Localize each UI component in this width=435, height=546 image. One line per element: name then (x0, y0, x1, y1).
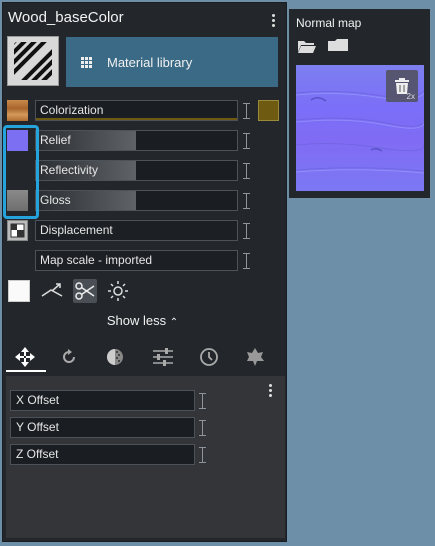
colorization-color-swatch[interactable] (258, 100, 279, 121)
text-cursor-icon[interactable] (199, 392, 207, 410)
material-thumbnail[interactable] (7, 36, 59, 86)
white-color-button[interactable] (7, 279, 31, 303)
gloss-row: Gloss (0, 190, 285, 212)
relief-row: Relief (0, 130, 285, 152)
transform-tabs (0, 341, 285, 373)
displacement-swatch[interactable] (7, 220, 28, 241)
gloss-slider[interactable]: Gloss (35, 190, 238, 211)
tools-row (7, 279, 139, 303)
relief-slider[interactable]: Relief (35, 130, 238, 151)
text-cursor-icon[interactable] (243, 222, 251, 240)
text-cursor-icon[interactable] (243, 162, 251, 180)
material-library-label: Material library (107, 54, 193, 70)
clock-icon[interactable] (192, 343, 226, 371)
map-scale-row: Map scale - imported (0, 250, 285, 272)
text-cursor-icon[interactable] (243, 102, 251, 120)
material-library-button[interactable]: Material library (66, 37, 278, 87)
text-cursor-icon[interactable] (243, 192, 251, 210)
normal-map-preview[interactable]: 2x (296, 65, 424, 191)
move-icon[interactable] (8, 343, 42, 371)
reflectivity-slider[interactable]: Reflectivity (35, 160, 238, 181)
show-less-button[interactable]: Show less ⌃ (0, 313, 285, 328)
scissors-icon[interactable] (73, 279, 97, 303)
delete-map-button[interactable]: 2x (386, 70, 418, 102)
closed-folder-icon[interactable] (327, 38, 349, 52)
rotate-icon[interactable] (52, 343, 86, 371)
y-offset-field[interactable]: Y Offset (10, 417, 195, 438)
leaf-icon[interactable] (238, 343, 272, 371)
open-folder-icon[interactable] (297, 38, 317, 54)
x-offset-field[interactable]: X Offset (10, 390, 195, 411)
text-cursor-icon[interactable] (199, 419, 207, 437)
colorization-field[interactable]: Colorization (35, 100, 238, 121)
normal-map-actions (297, 38, 349, 54)
normal-map-title: Normal map (296, 16, 362, 30)
colorization-row: Colorization (0, 100, 285, 122)
text-cursor-icon[interactable] (199, 446, 207, 464)
material-title: Wood_baseColor (8, 9, 124, 26)
more-options-icon[interactable] (271, 14, 275, 27)
sun-icon[interactable] (106, 279, 130, 303)
z-offset-field[interactable]: Z Offset (10, 444, 195, 465)
text-cursor-icon[interactable] (243, 252, 251, 270)
wood-texture-swatch[interactable] (7, 100, 28, 121)
hatch-pattern-icon (14, 42, 52, 80)
grid-icon (81, 56, 92, 68)
contrast-icon[interactable] (98, 343, 132, 371)
displacement-field[interactable]: Displacement (35, 220, 238, 241)
sliders-icon[interactable] (146, 343, 180, 371)
projection-icon[interactable] (40, 279, 64, 303)
reflectivity-row: Reflectivity (0, 160, 285, 182)
more-options-icon[interactable] (268, 384, 272, 397)
normal-map-panel: Normal map 2x (289, 9, 430, 198)
chevron-up-icon: ⌃ (169, 317, 179, 328)
checker-icon (10, 223, 25, 238)
active-tab-indicator (6, 370, 46, 372)
displacement-row: Displacement (0, 220, 285, 242)
text-cursor-icon[interactable] (243, 132, 251, 150)
selection-highlight (3, 125, 39, 219)
map-scale-field[interactable]: Map scale - imported (35, 250, 238, 271)
